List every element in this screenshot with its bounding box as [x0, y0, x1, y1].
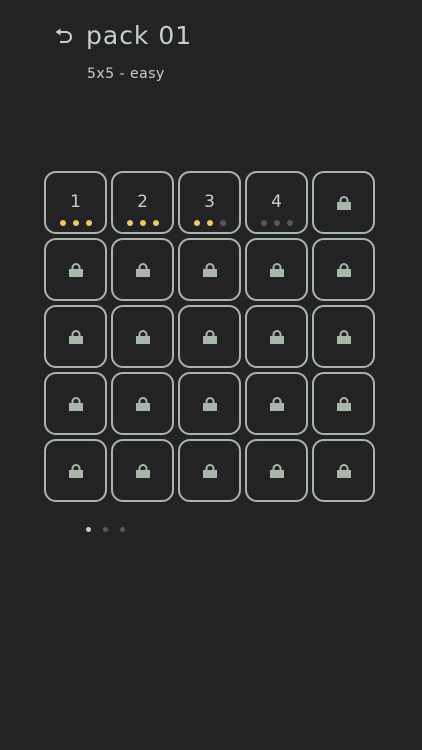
- back-button[interactable]: [50, 22, 76, 48]
- level-tile-locked[interactable]: [312, 372, 375, 435]
- star-earned: [85, 220, 92, 226]
- lock-icon: [336, 262, 351, 277]
- level-tile-locked[interactable]: [111, 305, 174, 368]
- star-empty: [219, 220, 226, 226]
- page-dot-2[interactable]: [103, 527, 108, 532]
- lock-icon: [68, 329, 83, 344]
- header: pack 01: [50, 18, 192, 52]
- level-tile-locked[interactable]: [44, 238, 107, 301]
- lock-icon: [135, 396, 150, 411]
- lock-icon: [68, 463, 83, 478]
- lock-icon: [336, 195, 351, 210]
- page-dot-3[interactable]: [120, 527, 125, 532]
- level-stars: [180, 220, 239, 226]
- lock-icon: [269, 329, 284, 344]
- level-tile-locked[interactable]: [245, 439, 308, 502]
- lock-icon: [135, 463, 150, 478]
- lock-icon: [269, 262, 284, 277]
- level-tile-locked[interactable]: [111, 372, 174, 435]
- page-dot-1[interactable]: [86, 527, 91, 532]
- level-tile-locked[interactable]: [312, 439, 375, 502]
- star-empty: [260, 220, 267, 226]
- lock-icon: [336, 329, 351, 344]
- level-tile-2[interactable]: 2: [111, 171, 174, 234]
- page-title: pack 01: [86, 20, 193, 50]
- lock-icon: [269, 396, 284, 411]
- level-tile-locked[interactable]: [44, 372, 107, 435]
- lock-icon: [68, 396, 83, 411]
- star-earned: [59, 220, 66, 226]
- level-tile-locked[interactable]: [312, 238, 375, 301]
- lock-icon: [135, 262, 150, 277]
- level-tile-locked[interactable]: [178, 372, 241, 435]
- star-earned: [193, 220, 200, 226]
- star-earned: [152, 220, 159, 226]
- level-tile-locked[interactable]: [44, 305, 107, 368]
- level-tile-locked[interactable]: [111, 238, 174, 301]
- lock-icon: [269, 463, 284, 478]
- level-stars: [247, 220, 306, 226]
- level-tile-locked[interactable]: [245, 372, 308, 435]
- level-tile-locked[interactable]: [178, 439, 241, 502]
- level-tile-locked[interactable]: [111, 439, 174, 502]
- lock-icon: [68, 262, 83, 277]
- level-stars: [113, 220, 172, 226]
- star-empty: [286, 220, 293, 226]
- lock-icon: [202, 262, 217, 277]
- level-tile-locked[interactable]: [312, 305, 375, 368]
- level-grid: 1 2 3 4: [44, 171, 378, 502]
- star-earned: [206, 220, 213, 226]
- star-empty: [273, 220, 280, 226]
- star-earned: [126, 220, 133, 226]
- lock-icon: [202, 463, 217, 478]
- level-tile-1[interactable]: 1: [44, 171, 107, 234]
- lock-icon: [336, 396, 351, 411]
- level-number: 4: [271, 192, 282, 212]
- undo-arrow-icon: [55, 28, 72, 43]
- level-tile-locked[interactable]: [312, 171, 375, 234]
- level-number: 1: [70, 192, 81, 212]
- level-tile-locked[interactable]: [178, 305, 241, 368]
- level-number: 3: [204, 192, 215, 212]
- lock-icon: [202, 396, 217, 411]
- pack-subtitle: 5x5 - easy: [87, 66, 165, 82]
- page-indicator: [86, 527, 125, 532]
- level-tile-locked[interactable]: [44, 439, 107, 502]
- level-stars: [46, 220, 105, 226]
- star-earned: [72, 220, 79, 226]
- star-earned: [139, 220, 146, 226]
- level-tile-4[interactable]: 4: [245, 171, 308, 234]
- lock-icon: [336, 463, 351, 478]
- level-number: 2: [137, 192, 148, 212]
- level-tile-locked[interactable]: [245, 238, 308, 301]
- level-tile-3[interactable]: 3: [178, 171, 241, 234]
- lock-icon: [202, 329, 217, 344]
- level-tile-locked[interactable]: [245, 305, 308, 368]
- level-tile-locked[interactable]: [178, 238, 241, 301]
- lock-icon: [135, 329, 150, 344]
